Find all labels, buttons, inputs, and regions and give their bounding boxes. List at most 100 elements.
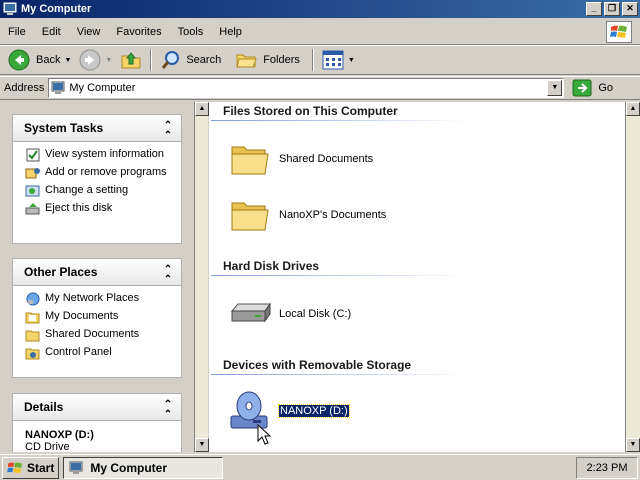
menu-tools[interactable]: Tools <box>170 26 212 38</box>
details-header[interactable]: Details ⌃ ⌃ <box>13 394 181 421</box>
system-tasks-panel: System Tasks ⌃ ⌃ View system information … <box>12 114 182 244</box>
item-label: NanoXP's Documents <box>279 209 387 221</box>
start-button[interactable]: Start <box>2 456 60 479</box>
toolbar-separator <box>150 49 153 71</box>
details-type: CD Drive <box>25 441 70 452</box>
system-tasks-header[interactable]: System Tasks ⌃ ⌃ <box>13 115 181 142</box>
place-my-network-places[interactable]: My Network Places <box>25 292 175 306</box>
minimize-button[interactable]: _ <box>586 2 602 16</box>
scroll-up-arrow-icon[interactable]: ▲ <box>626 102 640 116</box>
place-control-panel[interactable]: Control Panel <box>25 346 175 360</box>
windows-logo-icon <box>7 461 22 473</box>
title-bar[interactable]: My Computer _ ❐ ✕ <box>0 0 640 18</box>
other-places-title: Other Places <box>24 265 98 279</box>
folders-button[interactable]: Folders <box>231 47 304 73</box>
views-dropdown-icon[interactable]: ▼ <box>348 57 355 64</box>
scroll-down-arrow-icon[interactable]: ▼ <box>626 438 640 452</box>
item-shared-documents[interactable]: Shared Documents <box>229 138 373 180</box>
group-divider <box>211 374 471 375</box>
add-remove-programs-icon <box>25 168 40 179</box>
task-label: Add or remove programs <box>45 166 167 178</box>
system-tasks-title: System Tasks <box>24 121 104 135</box>
forward-button[interactable]: ▼ <box>75 47 116 73</box>
other-places-header[interactable]: Other Places ⌃ ⌃ <box>13 259 181 286</box>
control-panel-icon <box>25 348 40 360</box>
toolbar: Back ▼ ▼ Search Folders ▼ <box>0 45 640 75</box>
go-button[interactable]: Go <box>572 79 613 97</box>
item-nanoxp-documents[interactable]: NanoXP's Documents <box>229 194 386 236</box>
collapse-chevron-icon[interactable]: ⌃ ⌃ <box>161 400 175 420</box>
item-nanoxp-d[interactable]: NANOXP (D:) <box>229 390 350 432</box>
item-label: NANOXP (D:) <box>278 404 350 418</box>
place-label: Control Panel <box>45 346 112 358</box>
menu-file[interactable]: File <box>0 26 34 38</box>
task-eject-disk[interactable]: Eject this disk <box>25 202 175 216</box>
taskbar-my-computer-button[interactable]: My Computer <box>63 456 224 479</box>
task-add-remove-programs[interactable]: Add or remove programs <box>25 166 175 180</box>
collapse-chevron-icon[interactable]: ⌃ ⌃ <box>161 265 175 285</box>
mouse-cursor-icon <box>257 424 272 445</box>
item-local-disk-c[interactable]: Local Disk (C:) <box>229 293 351 335</box>
views-button[interactable]: ▼ <box>318 47 359 73</box>
collapse-chevron-icon[interactable]: ⌃ ⌃ <box>161 121 175 141</box>
menu-edit[interactable]: Edit <box>34 26 69 38</box>
group-removable-header: Devices with Removable Storage <box>223 358 412 372</box>
place-my-documents[interactable]: My Documents <box>25 310 175 324</box>
task-view-system-information[interactable]: View system information <box>25 148 175 162</box>
start-label: Start <box>27 460 55 475</box>
search-button[interactable]: Search <box>156 47 225 73</box>
address-dropdown-icon[interactable]: ▼ <box>547 80 563 96</box>
menu-bar: File Edit View Favorites Tools Help <box>0 19 640 45</box>
up-folder-icon <box>121 52 141 69</box>
back-dropdown-icon[interactable]: ▼ <box>64 57 71 64</box>
details-name: NANOXP (D:) <box>25 429 94 441</box>
address-field[interactable]: My Computer ▼ <box>48 78 565 98</box>
folder-icon <box>231 202 269 231</box>
task-label: Change a setting <box>45 184 129 196</box>
taskbar-task-label: My Computer <box>90 460 168 475</box>
group-hard-disks-header: Hard Disk Drives <box>223 259 320 273</box>
scroll-down-arrow-icon[interactable]: ▼ <box>195 438 209 452</box>
task-pane: System Tasks ⌃ ⌃ View system information … <box>0 102 193 452</box>
menu-favorites[interactable]: Favorites <box>108 26 169 38</box>
other-places-panel: Other Places ⌃ ⌃ My Network Places My Doc… <box>12 258 182 378</box>
task-change-setting[interactable]: Change a setting <box>25 184 175 198</box>
window-title: My Computer <box>21 3 92 15</box>
back-label: Back <box>36 54 61 66</box>
up-folder-button[interactable] <box>116 47 146 73</box>
file-list-pane: Files Stored on This Computer Shared Doc… <box>209 102 625 452</box>
menu-help[interactable]: Help <box>211 26 250 38</box>
restore-button[interactable]: ❐ <box>604 2 620 16</box>
taskbar: Start My Computer 2:23 PM <box>0 454 640 480</box>
back-button[interactable]: Back ▼ <box>4 47 75 73</box>
forward-dropdown-icon[interactable]: ▼ <box>105 57 112 64</box>
place-shared-documents[interactable]: Shared Documents <box>25 328 175 342</box>
item-label: Shared Documents <box>279 153 374 165</box>
scroll-up-arrow-icon[interactable]: ▲ <box>195 102 209 116</box>
group-divider <box>211 120 471 121</box>
file-list-scrollbar[interactable]: ▲ ▼ <box>625 102 640 452</box>
control-panel-icon <box>25 185 40 197</box>
folders-label: Folders <box>263 54 300 66</box>
address-value: My Computer <box>69 82 136 94</box>
folder-icon <box>231 146 269 175</box>
place-label: My Documents <box>45 310 119 322</box>
my-computer-icon <box>3 2 17 15</box>
my-documents-icon <box>25 312 40 324</box>
close-button[interactable]: ✕ <box>622 2 638 16</box>
folders-icon <box>236 54 257 68</box>
address-label: Address <box>4 82 45 94</box>
task-label: Eject this disk <box>45 202 113 214</box>
item-label: Local Disk (C:) <box>279 308 352 320</box>
task-pane-scrollbar[interactable]: ▲ ▼ <box>194 102 209 452</box>
my-computer-icon <box>51 81 65 94</box>
views-icon <box>322 50 344 70</box>
go-arrow-icon <box>572 79 592 97</box>
address-bar: Address My Computer ▼ Go <box>0 76 640 100</box>
menu-view[interactable]: View <box>69 26 109 38</box>
group-divider <box>211 275 471 276</box>
system-clock[interactable]: 2:23 PM <box>576 457 638 479</box>
eject-disk-icon <box>25 203 40 215</box>
windows-logo-icon <box>606 21 632 43</box>
place-label: Shared Documents <box>45 328 140 340</box>
